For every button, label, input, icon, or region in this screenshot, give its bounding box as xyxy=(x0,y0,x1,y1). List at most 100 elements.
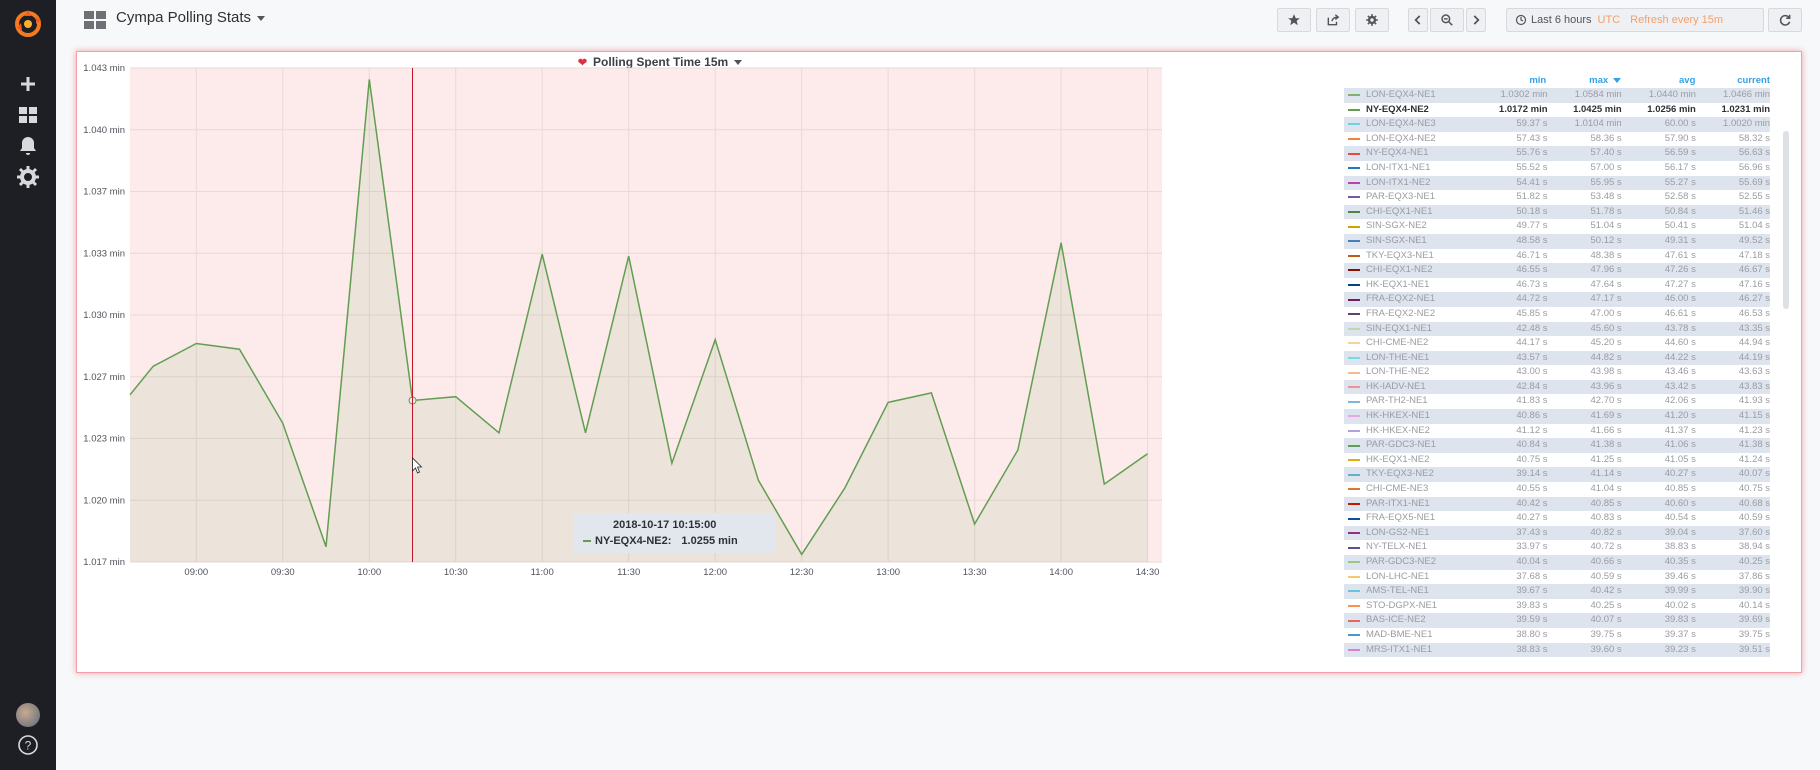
series-color-swatch[interactable] xyxy=(1348,167,1360,170)
legend-series-name[interactable]: AMS-TEL-NE1 xyxy=(1366,584,1473,599)
series-color-swatch[interactable] xyxy=(1348,152,1360,155)
legend-row[interactable]: HK-EQX1-NE2 40.75 s 41.25 s 41.05 s 41.24 s xyxy=(1344,453,1770,468)
legend-row[interactable]: NY-TELX-NE1 33.97 s 40.72 s 38.83 s 38.94 s xyxy=(1344,540,1770,555)
legend-series-name[interactable]: MRS-ITX1-NE1 xyxy=(1366,643,1473,658)
series-color-swatch[interactable] xyxy=(1348,254,1360,257)
time-shift-back-button[interactable] xyxy=(1408,8,1428,32)
legend-series-name[interactable]: STO-DGPX-NE1 xyxy=(1366,599,1473,614)
share-button[interactable] xyxy=(1316,8,1350,32)
legend-row[interactable]: LON-ITX1-NE2 54.41 s 55.95 s 55.27 s 55.69 s xyxy=(1344,175,1770,191)
legend-row[interactable]: AMS-TEL-NE1 39.67 s 40.42 s 39.99 s 39.90 s xyxy=(1344,584,1770,599)
legend-row[interactable]: LON-EQX4-NE2 57.43 s 58.36 s 57.90 s 58.32 s xyxy=(1344,132,1770,147)
series-color-swatch[interactable] xyxy=(1348,546,1360,549)
legend-col-avg[interactable]: avg xyxy=(1621,74,1695,88)
legend-series-name[interactable]: LON-ITX1-NE2 xyxy=(1366,176,1473,191)
legend-series-name[interactable]: HK-IADV-NE1 xyxy=(1366,380,1473,395)
legend-series-name[interactable]: FRA-EQX2-NE1 xyxy=(1366,292,1473,307)
legend-row[interactable]: MRS-ITX1-NE1 38.83 s 39.60 s 39.23 s 39.51 s xyxy=(1344,642,1770,658)
series-color-swatch[interactable] xyxy=(1348,502,1360,505)
legend-row[interactable]: PAR-GDC3-NE1 40.84 s 41.38 s 41.06 s 41.38 s xyxy=(1344,438,1770,453)
legend-row[interactable]: PAR-GDC3-NE2 40.04 s 40.66 s 40.35 s 40.25 s xyxy=(1344,555,1770,570)
legend-row[interactable]: HK-EQX1-NE1 46.73 s 47.64 s 47.27 s 47.16 s xyxy=(1344,278,1770,293)
legend-series-name[interactable]: TKY-EQX3-NE1 xyxy=(1366,249,1473,264)
legend-row[interactable]: HK-HKEX-NE1 40.86 s 41.69 s 41.20 s 41.15 s xyxy=(1344,409,1770,424)
series-color-swatch[interactable] xyxy=(1348,459,1360,462)
series-color-swatch[interactable] xyxy=(1348,284,1360,287)
legend-series-name[interactable]: LON-LHC-NE1 xyxy=(1366,570,1473,585)
legend-series-name[interactable]: LON-THE-NE2 xyxy=(1366,365,1473,380)
legend-series-name[interactable]: CHI-EQX1-NE1 xyxy=(1366,205,1473,220)
legend-series-name[interactable]: SIN-EQX1-NE1 xyxy=(1366,322,1473,337)
legend-series-name[interactable]: LON-ITX1-NE1 xyxy=(1366,161,1473,176)
legend-series-name[interactable]: TKY-EQX3-NE2 xyxy=(1366,467,1473,482)
series-color-swatch[interactable] xyxy=(1348,400,1360,403)
settings-button[interactable] xyxy=(1355,8,1389,32)
series-color-swatch[interactable] xyxy=(1348,444,1360,447)
legend-row[interactable]: CHI-EQX1-NE1 50.18 s 51.78 s 50.84 s 51.46 s xyxy=(1344,204,1770,220)
legend-row[interactable]: SIN-SGX-NE2 49.77 s 51.04 s 50.41 s 51.04 s xyxy=(1344,219,1770,234)
legend-row[interactable]: SIN-SGX-NE1 48.58 s 50.12 s 49.31 s 49.52 s xyxy=(1344,233,1770,249)
series-color-swatch[interactable] xyxy=(1348,342,1360,345)
legend-row[interactable]: TKY-EQX3-NE1 46.71 s 48.38 s 47.61 s 47.18 s xyxy=(1344,249,1770,264)
series-color-swatch[interactable] xyxy=(1348,415,1360,418)
series-color-swatch[interactable] xyxy=(1348,138,1360,141)
series-color-swatch[interactable] xyxy=(1348,561,1360,564)
series-color-swatch[interactable] xyxy=(1348,211,1360,214)
legend-row[interactable]: NY-EQX4-NE1 55.76 s 57.40 s 56.59 s 56.63 s xyxy=(1344,146,1770,161)
legend-scrollbar[interactable] xyxy=(1783,131,1789,309)
series-color-swatch[interactable] xyxy=(1348,313,1360,316)
legend-row[interactable]: PAR-ITX1-NE1 40.42 s 40.85 s 40.60 s 40.68 s xyxy=(1344,496,1770,512)
time-picker-button[interactable]: Last 6 hours UTC Refresh every 15m xyxy=(1506,8,1764,32)
legend-row[interactable]: LON-THE-NE2 43.00 s 43.98 s 43.46 s 43.63 s xyxy=(1344,365,1770,380)
legend-row[interactable]: BAS-ICE-NE2 39.59 s 40.07 s 39.83 s 39.69 s xyxy=(1344,613,1770,628)
legend-series-name[interactable]: NY-TELX-NE1 xyxy=(1366,540,1473,555)
series-color-swatch[interactable] xyxy=(1348,605,1360,608)
legend-row[interactable]: CHI-EQX1-NE2 46.55 s 47.96 s 47.26 s 46.67 s xyxy=(1344,263,1770,278)
legend-series-name[interactable]: HK-HKEX-NE1 xyxy=(1366,409,1473,424)
legend-row[interactable]: CHI-CME-NE2 44.17 s 45.20 s 44.60 s 44.94 s xyxy=(1344,336,1770,351)
legend-row[interactable]: SIN-EQX1-NE1 42.48 s 45.60 s 43.78 s 43.35 s xyxy=(1344,321,1770,337)
legend-series-name[interactable]: PAR-GDC3-NE2 xyxy=(1366,555,1473,570)
legend-series-name[interactable]: HK-HKEX-NE2 xyxy=(1366,424,1473,439)
legend-series-name[interactable]: LON-EQX4-NE1 xyxy=(1366,88,1473,103)
legend-row[interactable]: STO-DGPX-NE1 39.83 s 40.25 s 40.02 s 40.14 s xyxy=(1344,599,1770,614)
series-color-swatch[interactable] xyxy=(1348,517,1360,520)
legend-col-max[interactable]: max xyxy=(1546,74,1621,88)
graph-canvas[interactable]: 1.043 min 1.040 min 1.037 min 1.033 min 1.03… xyxy=(77,52,1237,672)
legend-series-name[interactable]: LON-GS2-NE1 xyxy=(1366,526,1473,541)
legend-row[interactable]: NY-EQX4-NE2 1.0172 min 1.0425 min 1.0256 mi… xyxy=(1344,103,1770,118)
legend-series-name[interactable]: HK-EQX1-NE2 xyxy=(1366,453,1473,468)
legend-series-name[interactable]: PAR-GDC3-NE1 xyxy=(1366,438,1473,453)
help-icon[interactable]: ? xyxy=(16,733,40,757)
legend-series-name[interactable]: MAD-BME-NE1 xyxy=(1366,628,1473,643)
series-color-swatch[interactable] xyxy=(1348,619,1360,622)
legend-series-name[interactable]: PAR-ITX1-NE1 xyxy=(1366,497,1473,512)
legend-row[interactable]: LON-THE-NE1 43.57 s 44.82 s 44.22 s 44.19 s xyxy=(1344,350,1770,366)
legend-col-current[interactable]: current xyxy=(1695,74,1770,88)
zoom-out-button[interactable] xyxy=(1430,8,1464,32)
star-button[interactable] xyxy=(1277,8,1311,32)
legend-series-name[interactable]: HK-EQX1-NE1 xyxy=(1366,278,1473,293)
legend-series-name[interactable]: NY-EQX4-NE1 xyxy=(1366,146,1473,161)
legend-row[interactable]: LON-EQX4-NE1 1.0302 min 1.0584 min 1.0440 m… xyxy=(1344,88,1770,103)
legend-series-name[interactable]: LON-THE-NE1 xyxy=(1366,351,1473,366)
series-color-swatch[interactable] xyxy=(1348,269,1360,272)
legend-row[interactable]: LON-ITX1-NE1 55.52 s 57.00 s 56.17 s 56.96 s xyxy=(1344,161,1770,176)
legend-series-name[interactable]: BAS-ICE-NE2 xyxy=(1366,613,1473,628)
legend-col-min[interactable]: min xyxy=(1472,74,1546,88)
legend-row[interactable]: FRA-EQX2-NE2 45.85 s 47.00 s 46.61 s 46.53 s xyxy=(1344,307,1770,322)
series-color-swatch[interactable] xyxy=(1348,532,1360,535)
legend-series-name[interactable]: NY-EQX4-NE2 xyxy=(1366,103,1473,118)
dashboards-icon[interactable] xyxy=(84,11,106,29)
legend-series-name[interactable]: SIN-SGX-NE1 xyxy=(1366,234,1473,249)
legend-series-name[interactable]: LON-EQX4-NE3 xyxy=(1366,117,1473,132)
series-color-swatch[interactable] xyxy=(1348,473,1360,476)
refresh-button[interactable] xyxy=(1768,8,1802,32)
legend-row[interactable]: LON-GS2-NE1 37.43 s 40.82 s 39.04 s 37.60 s xyxy=(1344,525,1770,541)
series-color-swatch[interactable] xyxy=(1348,94,1360,97)
series-color-swatch[interactable] xyxy=(1348,488,1360,491)
bell-icon[interactable] xyxy=(16,134,40,158)
series-color-swatch[interactable] xyxy=(1348,356,1360,359)
legend-row[interactable]: LON-LHC-NE1 37.68 s 40.59 s 39.46 s 37.86 s xyxy=(1344,570,1770,585)
legend-row[interactable]: HK-IADV-NE1 42.84 s 43.96 s 43.42 s 43.83 s xyxy=(1344,379,1770,395)
